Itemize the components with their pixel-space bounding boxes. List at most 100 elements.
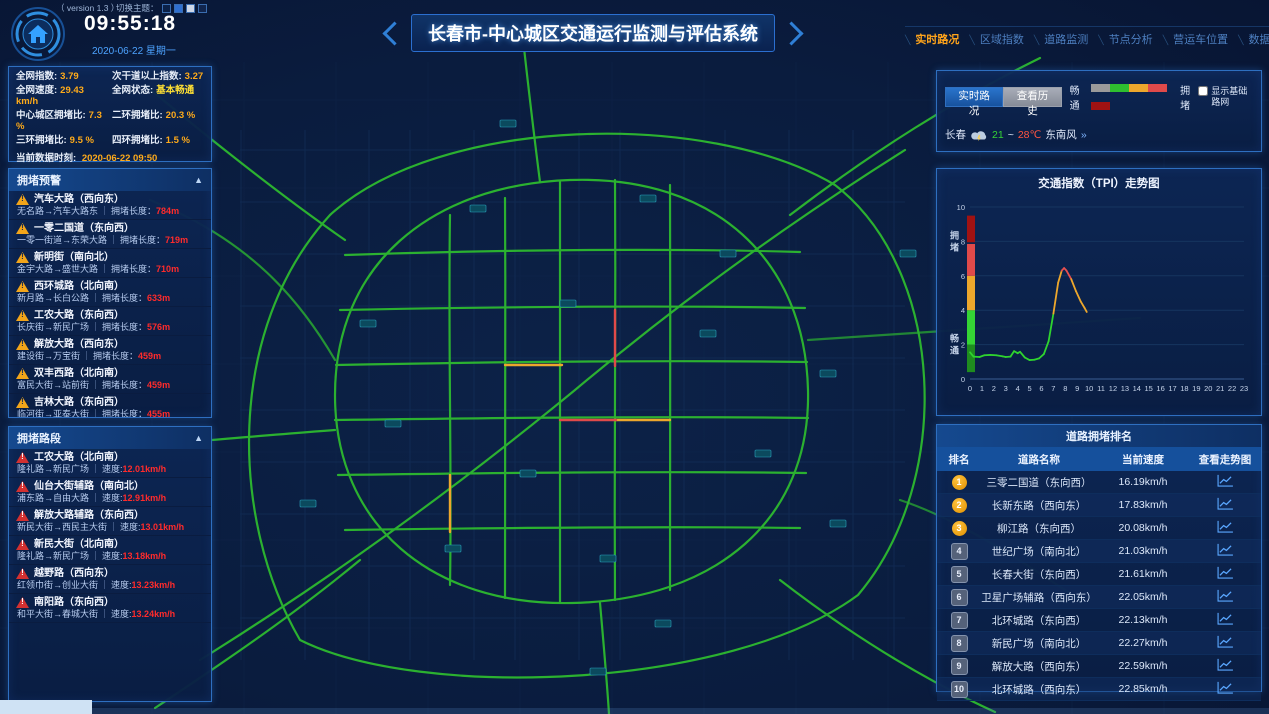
stat-cell: 三环拥堵比:9.5 % — [16, 136, 108, 147]
legend-swatch — [1091, 102, 1110, 110]
data-timestamp: 当前数据时刻: 2020-06-22 09:50 — [16, 150, 204, 164]
road-segment: 长庆街→新民广场 — [17, 322, 89, 332]
theme-swatch[interactable] — [186, 4, 195, 13]
nav-item-1[interactable]: 实时路况 — [905, 31, 959, 47]
warning-item[interactable]: !西环城路（北向南）新月路→长白公路｜拥堵长度：633m — [9, 278, 211, 307]
ranking-row[interactable]: 2长新东路（西向东）17.83km/h — [937, 494, 1261, 517]
svg-text:8: 8 — [1063, 384, 1067, 393]
warning-triangle-icon: ! — [16, 452, 29, 463]
congested-item[interactable]: !解放大路辅路（东向西）新民大街→西民主大街｜速度:13.01km/h — [9, 507, 211, 536]
nav-item-2[interactable]: 区域指数 — [969, 31, 1023, 47]
warning-item[interactable]: !吉林大路（东向西）临河街→亚泰大街｜拥堵长度：455m — [9, 394, 211, 417]
collapse-icon[interactable]: ▲ — [194, 433, 203, 443]
ranking-row[interactable]: 1三零二国道（东向西）16.19km/h — [937, 471, 1261, 494]
trend-chart-icon[interactable] — [1217, 497, 1234, 510]
ranking-trend-cell — [1189, 612, 1261, 628]
trend-chart-icon[interactable] — [1217, 520, 1234, 533]
warning-panel-title: 拥堵预警 — [17, 172, 61, 188]
stat-cell: 次干道以上指数:3.27 — [112, 72, 204, 83]
show-base-network-label: 显示基础路网 — [1211, 86, 1253, 108]
warning-item[interactable]: !汽车大路（西向东）无名路→汽车大路东｜拥堵长度：784m — [9, 191, 211, 220]
rank-badge: 6 — [951, 589, 968, 606]
road-segment: 临河街→亚泰大街 — [17, 409, 89, 417]
trend-chart-icon[interactable] — [1217, 474, 1234, 487]
congested-item[interactable]: !工农大路（北向南）隆礼路→新民广场｜速度:12.01km/h — [9, 449, 211, 478]
show-base-network-checkbox[interactable] — [1198, 86, 1208, 96]
stat-label: 全网速度: — [16, 85, 57, 96]
condition-toolbar: 实时路况 查看历史 畅通 拥堵 显示基础路网 — [945, 79, 1253, 115]
congested-item[interactable]: !越野路（西向东）红领巾街→创业大街｜速度:13.23km/h — [9, 565, 211, 594]
ranking-row[interactable]: 5长春大街（东向西）21.61km/h — [937, 563, 1261, 586]
ranking-row[interactable]: 10北环城路（西向东）22.85km/h — [937, 678, 1261, 701]
warning-item[interactable]: !一零二国道（东向西）一零一街道→东荣大路｜拥堵长度：719m — [9, 220, 211, 249]
warning-item[interactable]: !新明街（南向北）金宇大路→盛世大路｜拥堵长度：710m — [9, 249, 211, 278]
congested-item[interactable]: !仙台大街辅路（南向北）浦东路→自由大路｜速度:12.91km/h — [9, 478, 211, 507]
metric-value: 576m — [147, 322, 170, 332]
trend-chart-icon[interactable] — [1217, 635, 1234, 648]
metric-label: 速度: — [102, 493, 123, 503]
trend-chart-icon[interactable] — [1217, 589, 1234, 602]
warning-item[interactable]: !双丰西路（北向南）富民大街→站前街｜拥堵长度：459m — [9, 365, 211, 394]
ranking-row[interactable]: 9解放大路（西向东）22.59km/h — [937, 655, 1261, 678]
ranking-row[interactable]: 7北环城路（东向西）22.13km/h — [937, 609, 1261, 632]
metric-label: 速度: — [111, 580, 132, 590]
trend-chart-icon[interactable] — [1217, 566, 1234, 579]
page-title: 长春市-中心城区交通运行监测与评估系统 — [411, 14, 775, 52]
trend-chart-icon[interactable] — [1217, 681, 1234, 694]
svg-text:2: 2 — [992, 384, 996, 393]
collapse-icon[interactable]: ▲ — [194, 175, 203, 185]
ranking-row[interactable]: 3柳江路（东向西）20.08km/h — [937, 517, 1261, 540]
svg-text:13: 13 — [1121, 384, 1129, 393]
metric-label: 拥堵长度： — [111, 264, 156, 274]
ranking-panel: 道路拥堵排名 排名道路名称当前速度查看走势图 1三零二国道（东向西）16.19k… — [936, 424, 1262, 692]
weather-more-arrow[interactable]: » — [1081, 129, 1087, 141]
ranking-speed: 16.19km/h — [1097, 476, 1189, 488]
nav-item-6[interactable]: 数据查询 — [1238, 31, 1269, 47]
weather-row[interactable]: 长春 21~28℃ 东南风 » — [945, 127, 1253, 142]
trend-chart-icon[interactable] — [1217, 543, 1234, 556]
congested-item[interactable]: !新民大街（北向南）隆礼路→新民广场｜速度:13.18km/h — [9, 536, 211, 565]
main-nav: 实时路况区域指数道路监测节点分析营运车位置数据查询 — [905, 26, 1269, 47]
stat-label: 三环拥堵比: — [16, 135, 67, 146]
ranking-row[interactable]: 6卫星广场辅路（西向东）22.05km/h — [937, 586, 1261, 609]
metric-value: 784m — [156, 206, 179, 216]
warning-item[interactable]: !工农大路（东向西）长庆街→新民广场｜拥堵长度：576m — [9, 307, 211, 336]
stat-label: 二环拥堵比: — [112, 110, 163, 121]
svg-text:4: 4 — [961, 306, 965, 315]
trend-chart-icon[interactable] — [1217, 658, 1234, 671]
svg-text:15: 15 — [1145, 384, 1153, 393]
nav-item-3[interactable]: 道路监测 — [1034, 31, 1088, 47]
ranking-trend-cell — [1189, 589, 1261, 605]
svg-text:23: 23 — [1240, 384, 1248, 393]
legend-swatch — [1091, 84, 1110, 92]
metric-label: 拥堵长度： — [120, 235, 165, 245]
theme-swatch[interactable] — [198, 4, 207, 13]
rank-badge: 9 — [951, 658, 968, 675]
legend-label-congested: 拥堵 — [1180, 82, 1198, 112]
ranking-row[interactable]: 4世纪广场（南向北）21.03km/h — [937, 540, 1261, 563]
view-history-button[interactable]: 查看历史 — [1003, 87, 1061, 107]
ranking-column-header: 当前速度 — [1097, 452, 1189, 467]
congested-item[interactable]: !南阳路（东向西）和平大街→春城大街｜速度:13.24km/h — [9, 594, 211, 623]
separator: ｜ — [91, 322, 100, 332]
nav-item-5[interactable]: 营运车位置 — [1163, 31, 1228, 47]
bottom-strip — [0, 708, 1269, 714]
metric-label: 拥堵长度： — [102, 380, 147, 390]
nav-item-4[interactable]: 节点分析 — [1098, 31, 1152, 47]
ranking-speed: 20.08km/h — [1097, 522, 1189, 534]
realtime-traffic-button[interactable]: 实时路况 — [945, 87, 1003, 107]
ranking-row[interactable]: 8新民广场（南向北）22.27km/h — [937, 632, 1261, 655]
congested-panel-header: 拥堵路段 ▲ — [9, 427, 211, 449]
show-base-network-toggle[interactable]: 显示基础路网 — [1198, 86, 1253, 108]
wind-label: 东南风 — [1045, 127, 1077, 142]
trend-chart-icon[interactable] — [1217, 612, 1234, 625]
road-segment: 浦东路→自由大路 — [17, 493, 89, 503]
stats-grid: 全网指数:3.79次干道以上指数:3.27全网速度:29.43 km/h全网状态… — [16, 72, 204, 147]
home-logo[interactable] — [10, 6, 66, 62]
stat-cell: 二环拥堵比:20.3 % — [112, 111, 204, 133]
svg-text:1: 1 — [980, 384, 984, 393]
road-name: 南阳路（东向西） — [34, 597, 114, 608]
warning-item[interactable]: !解放大路（西向东）建设街→万宝街｜拥堵长度：459m — [9, 336, 211, 365]
chevron-left-icon — [382, 21, 406, 45]
date-label: 2020-06-22 星期一 — [92, 42, 176, 57]
